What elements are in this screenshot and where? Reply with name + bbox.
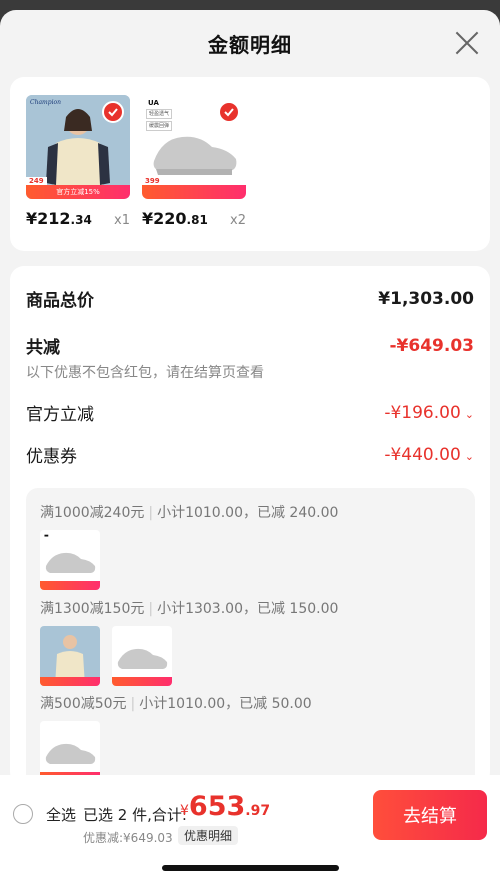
tag-price: 249 bbox=[26, 177, 47, 185]
official-discount-value: -¥196.00 ⌄ bbox=[384, 402, 474, 423]
coupon-row[interactable]: 优惠券 -¥440.00 ⌄ bbox=[26, 442, 474, 468]
total-amount: ¥ 653 .97 bbox=[180, 791, 270, 822]
price-detail-card: 商品总价 ¥1,303.00 共减 -¥649.03 以下优惠不包含红包，请在结… bbox=[10, 266, 490, 788]
products-card: Champion 249 官方立减15% ¥212.34 x1 UA 轻盈透气 … bbox=[10, 77, 490, 251]
promo-tag: 官方立减15% bbox=[26, 185, 130, 199]
sheet-header: 金额明细 bbox=[0, 10, 500, 76]
total-price-row: 商品总价 ¥1,303.00 bbox=[26, 286, 474, 312]
discount-note: 以下优惠不包含红包，请在结算页查看 bbox=[26, 365, 264, 381]
checkout-bar: 全选 已选 2 件,合计: ¥ 653 .97 优惠减:¥649.03 优惠明细… bbox=[0, 775, 500, 879]
feature-tag: 缓震回弹 bbox=[146, 121, 173, 131]
product-image: UA 轻盈透气 缓震回弹 399 bbox=[142, 95, 246, 199]
discount-total: 优惠减:¥649.03 bbox=[83, 831, 173, 845]
coupon-rule-line: 满1000减240元 | 小计1010.00，已减 240.00 bbox=[40, 505, 339, 521]
sheet-title: 金额明细 bbox=[208, 32, 292, 57]
tag-price: 399 bbox=[142, 177, 163, 185]
product-item[interactable]: UA 轻盈透气 缓震回弹 399 ¥220.81 x2 bbox=[142, 95, 252, 228]
promo-tag bbox=[112, 677, 172, 686]
total-dec: .97 bbox=[245, 803, 271, 819]
total-price-label: 商品总价 bbox=[26, 291, 94, 311]
coupon-detail: 小计1010.00，已减 50.00 bbox=[139, 696, 312, 712]
coupon-rule-line: 满1300减150元 | 小计1303.00，已减 150.00 bbox=[40, 601, 339, 617]
coupon-rule: 满1300减150元 bbox=[40, 601, 145, 617]
brand-logo: ▬ bbox=[44, 533, 49, 539]
product-item[interactable]: Champion 249 官方立减15% ¥212.34 x1 bbox=[26, 95, 136, 228]
reduce-value: -¥649.03 bbox=[389, 335, 475, 356]
brand-logo: Champion bbox=[30, 99, 61, 106]
coupon-rule: 满1000减240元 bbox=[40, 505, 145, 521]
coupon-rule-line: 满500减50元 | 小计1010.00，已减 50.00 bbox=[40, 696, 312, 712]
coupon-detail: 小计1010.00，已减 240.00 bbox=[157, 505, 339, 521]
discount-detail-button[interactable]: 优惠明细 bbox=[178, 826, 239, 845]
chevron-down-icon: ⌄ bbox=[464, 407, 474, 421]
brand-logo: UA bbox=[148, 99, 159, 107]
coupon-detail: 小计1303.00，已减 150.00 bbox=[157, 601, 339, 617]
feature-tag: 轻盈透气 bbox=[146, 109, 173, 119]
coupon-rule: 满500减50元 bbox=[40, 696, 127, 712]
home-indicator bbox=[162, 865, 339, 871]
product-price: ¥212.34 bbox=[26, 209, 92, 228]
coupon-value: -¥440.00 ⌄ bbox=[384, 444, 474, 465]
price-row: ¥212.34 x1 bbox=[26, 209, 130, 228]
coupon-product-thumb bbox=[112, 626, 172, 686]
promo-tag bbox=[142, 185, 246, 199]
selected-check-icon[interactable] bbox=[218, 101, 240, 123]
feature-tags: 轻盈透气 缓震回弹 bbox=[146, 109, 173, 133]
coupon-product-thumb bbox=[40, 626, 100, 686]
promo-tag bbox=[40, 581, 100, 590]
total-int: 653 bbox=[188, 791, 246, 822]
promo-tag bbox=[40, 677, 100, 686]
selected-check-icon[interactable] bbox=[102, 101, 124, 123]
amount-detail-sheet: 金额明细 Champion 249 官方立减15% ¥212.34 x1 UA … bbox=[0, 10, 500, 879]
backdrop bbox=[0, 0, 500, 10]
close-icon[interactable] bbox=[454, 30, 480, 56]
official-discount-row[interactable]: 官方立减 -¥196.00 ⌄ bbox=[26, 400, 474, 426]
checkout-button[interactable]: 去结算 bbox=[373, 790, 487, 840]
product-price: ¥220.81 bbox=[142, 209, 208, 228]
coupon-label: 优惠券 bbox=[26, 447, 77, 467]
reduce-label: 共减 bbox=[26, 338, 60, 358]
select-all-label[interactable]: 全选 bbox=[46, 804, 76, 825]
price-row: ¥220.81 x2 bbox=[142, 209, 246, 228]
coupon-product-thumb bbox=[40, 721, 100, 781]
product-qty: x2 bbox=[230, 213, 246, 228]
reduce-row: 共减 -¥649.03 bbox=[26, 333, 475, 359]
currency-symbol: ¥ bbox=[180, 803, 189, 819]
official-discount-label: 官方立减 bbox=[26, 405, 94, 425]
selected-count: 已选 2 件,合计: bbox=[83, 806, 187, 824]
select-all-radio[interactable] bbox=[13, 804, 33, 824]
total-price-value: ¥1,303.00 bbox=[378, 288, 474, 309]
coupon-product-thumb: ▬ bbox=[40, 530, 100, 590]
product-image: Champion 249 官方立减15% bbox=[26, 95, 130, 199]
product-qty: x1 bbox=[114, 213, 130, 228]
chevron-down-icon: ⌄ bbox=[464, 449, 474, 463]
coupon-detail-box: 满1000减240元 | 小计1010.00，已减 240.00 ▬ 满1300减1… bbox=[26, 488, 475, 788]
